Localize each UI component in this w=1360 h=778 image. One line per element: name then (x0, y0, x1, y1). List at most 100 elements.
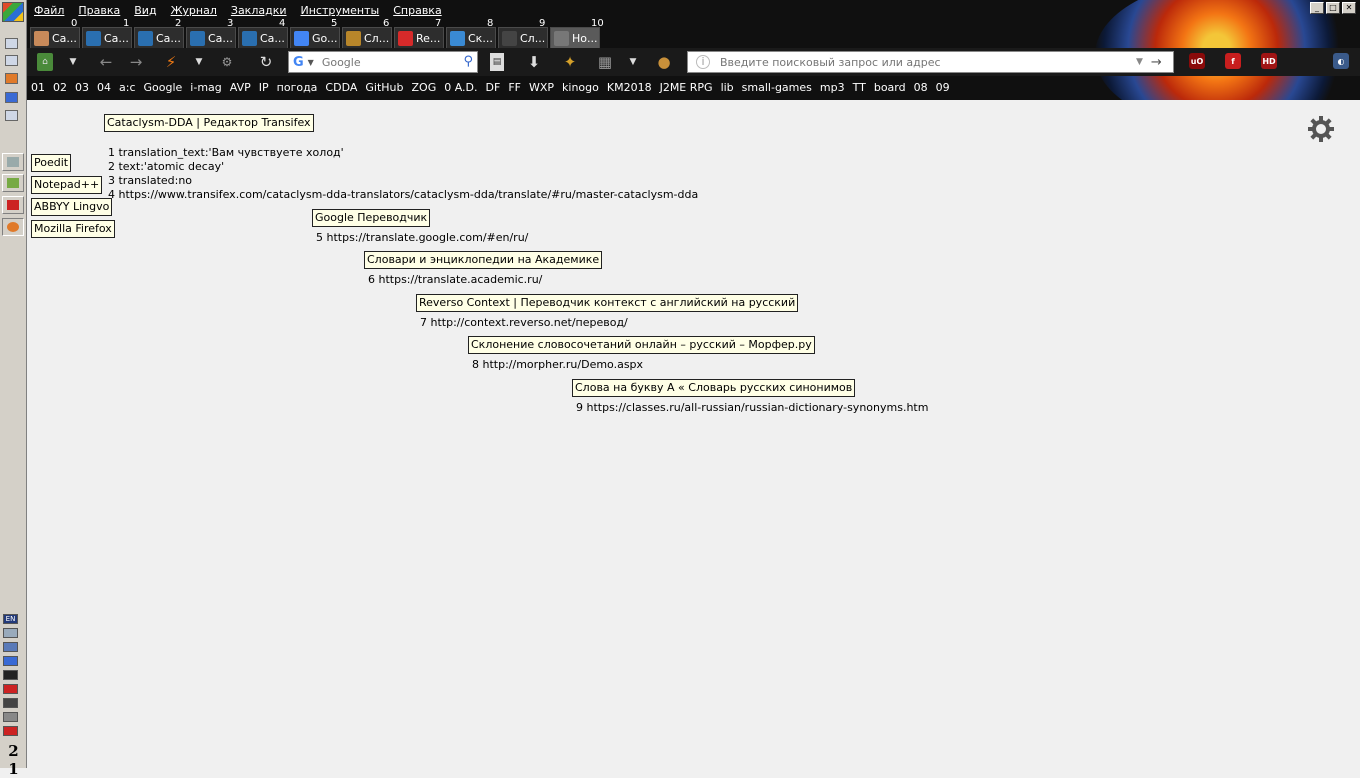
bookmark-item[interactable]: TT (849, 78, 870, 98)
hd-icon[interactable]: HD (1261, 53, 1277, 69)
forward-icon[interactable]: → (127, 53, 145, 71)
tab-9[interactable]: Сл... (498, 27, 548, 48)
url-academic[interactable]: 6 https://translate.academic.ru/ (368, 273, 542, 286)
tab-2[interactable]: Ca... (134, 27, 184, 48)
back-icon[interactable]: ← (97, 53, 115, 71)
url-synonyms[interactable]: 9 https://classes.ru/all-russian/russian… (576, 401, 928, 414)
start-button[interactable] (2, 2, 24, 22)
menu-file[interactable]: Файл (27, 0, 71, 20)
tray-volume-icon[interactable] (3, 698, 18, 708)
bookmark-item[interactable]: small-games (738, 78, 816, 98)
menu-tools[interactable]: Инструменты (294, 0, 387, 20)
url-reverso[interactable]: 7 http://context.reverso.net/перевод/ (420, 316, 628, 329)
bookmark-item[interactable]: a:c (115, 78, 140, 98)
save-icon[interactable] (5, 55, 18, 66)
minimize-button[interactable]: _ (1310, 2, 1324, 14)
maximize-button[interactable]: □ (1326, 2, 1340, 14)
bookmark-item[interactable]: ZOG (408, 78, 441, 98)
bookmark-item[interactable]: GitHub (361, 78, 407, 98)
calculator-icon[interactable] (5, 110, 18, 121)
tab-7[interactable]: Re... (394, 27, 444, 48)
bookmark-item[interactable]: mp3 (816, 78, 849, 98)
dropdown-icon-3[interactable]: ▼ (627, 53, 639, 71)
dropdown-icon-2[interactable]: ▼ (193, 53, 205, 71)
link-synonyms[interactable]: Слова на букву А « Словарь русских синон… (572, 379, 856, 397)
app-notepadpp[interactable]: Notepad++ (31, 176, 103, 194)
task-poedit[interactable] (2, 153, 24, 171)
info-icon[interactable]: i (696, 55, 710, 69)
bookmark-item[interactable]: WXP (525, 78, 558, 98)
tab-4[interactable]: Ca... (238, 27, 288, 48)
url-dropdown-icon[interactable]: ▼ (1136, 57, 1143, 67)
link-google-translate[interactable]: Google Переводчик (312, 209, 431, 227)
bookmark-item[interactable]: DF (482, 78, 505, 98)
reload-icon[interactable]: ↻ (257, 53, 275, 71)
close-button[interactable]: ✕ (1342, 2, 1356, 14)
menu-help[interactable]: Справка (386, 0, 448, 20)
go-arrow-icon[interactable]: → (1151, 55, 1162, 70)
bookmark-item[interactable]: 01 (27, 78, 49, 98)
media-player-icon[interactable] (5, 92, 18, 103)
info-line-4[interactable]: 4 https://www.transifex.com/cataclysm-dd… (108, 188, 698, 201)
bookmark-item[interactable]: погода (273, 78, 322, 98)
tab-3[interactable]: Ca... (186, 27, 236, 48)
firefox-quicklaunch-icon[interactable] (5, 73, 18, 84)
tray-disk-icon[interactable] (3, 628, 18, 638)
url-morpher[interactable]: 8 http://morpher.ru/Demo.aspx (472, 358, 643, 371)
dropdown-icon[interactable]: ▼ (67, 53, 79, 71)
link-morpher[interactable]: Склонение словосочетаний онлайн – русски… (468, 336, 815, 354)
url-bar[interactable]: i ▼ → (687, 51, 1174, 73)
download-icon[interactable]: ⬇ (525, 53, 543, 71)
gear-icon[interactable] (1307, 115, 1335, 143)
main-title[interactable]: Cataclysm-DDA | Редактор Transifex (104, 114, 314, 132)
save-page-icon[interactable]: ⌂ (37, 53, 53, 71)
bookmark-item[interactable]: KM2018 (603, 78, 656, 98)
bookmark-item[interactable]: CDDA (321, 78, 361, 98)
app-poedit[interactable]: Poedit (31, 154, 72, 172)
bookmark-item[interactable]: AVP (226, 78, 255, 98)
bookmark-item[interactable]: J2ME RPG (656, 78, 717, 98)
link-reverso[interactable]: Reverso Context | Переводчик контекст с … (416, 294, 799, 312)
tab-5[interactable]: Go... (290, 27, 340, 48)
link-academic[interactable]: Словари и энциклопедии на Академике (364, 251, 603, 269)
tray-antivirus-icon[interactable] (3, 684, 18, 694)
app-mozilla-firefox[interactable]: Mozilla Firefox (31, 220, 115, 238)
clock[interactable]: 2 1 (2, 742, 25, 778)
search-icon[interactable]: ⚲ (463, 54, 473, 69)
bookmark-item[interactable]: i-mag (186, 78, 225, 98)
bookmark-star-icon[interactable]: ✦ (561, 53, 579, 71)
url-google-translate[interactable]: 5 https://translate.google.com/#en/ru/ (316, 231, 528, 244)
menu-edit[interactable]: Правка (71, 0, 127, 20)
bookmark-item[interactable]: IP (255, 78, 273, 98)
task-notepadpp[interactable] (2, 174, 24, 192)
tab-1[interactable]: Ca... (82, 27, 132, 48)
bookmark-item[interactable]: lib (717, 78, 738, 98)
tray-shield-icon[interactable] (3, 726, 18, 736)
bookmark-item[interactable]: Google (140, 78, 187, 98)
language-indicator[interactable]: EN (3, 614, 18, 624)
mask-icon[interactable]: ◐ (1333, 53, 1349, 69)
ie-icon[interactable] (5, 38, 18, 49)
tray-settings-icon[interactable] (3, 712, 18, 722)
flash-icon[interactable]: f (1225, 53, 1241, 69)
page-icon[interactable]: ▤ (490, 53, 504, 71)
bookmark-item[interactable]: 09 (932, 78, 954, 98)
bookmark-item[interactable]: 02 (49, 78, 71, 98)
bookmark-item[interactable]: FF (504, 78, 525, 98)
menu-view[interactable]: Вид (127, 0, 163, 20)
gears-icon[interactable]: ⚙ (220, 53, 234, 71)
task-lingvo[interactable] (2, 196, 24, 214)
tray-media-icon[interactable] (3, 656, 18, 666)
bookmark-item[interactable]: 04 (93, 78, 115, 98)
bookmark-item[interactable]: 08 (910, 78, 932, 98)
bookmark-item[interactable]: 0 A.D. (440, 78, 481, 98)
url-input[interactable] (718, 54, 1132, 70)
bookmark-item[interactable]: 03 (71, 78, 93, 98)
menu-bookmarks[interactable]: Закладки (224, 0, 294, 20)
menu-history[interactable]: Журнал (164, 0, 224, 20)
tab-10[interactable]: Но... (550, 27, 600, 48)
lightning-icon[interactable]: ⚡ (163, 53, 179, 71)
tray-network-icon[interactable] (3, 642, 18, 652)
bookmark-item[interactable]: board (870, 78, 910, 98)
tab-8[interactable]: Ск... (446, 27, 496, 48)
